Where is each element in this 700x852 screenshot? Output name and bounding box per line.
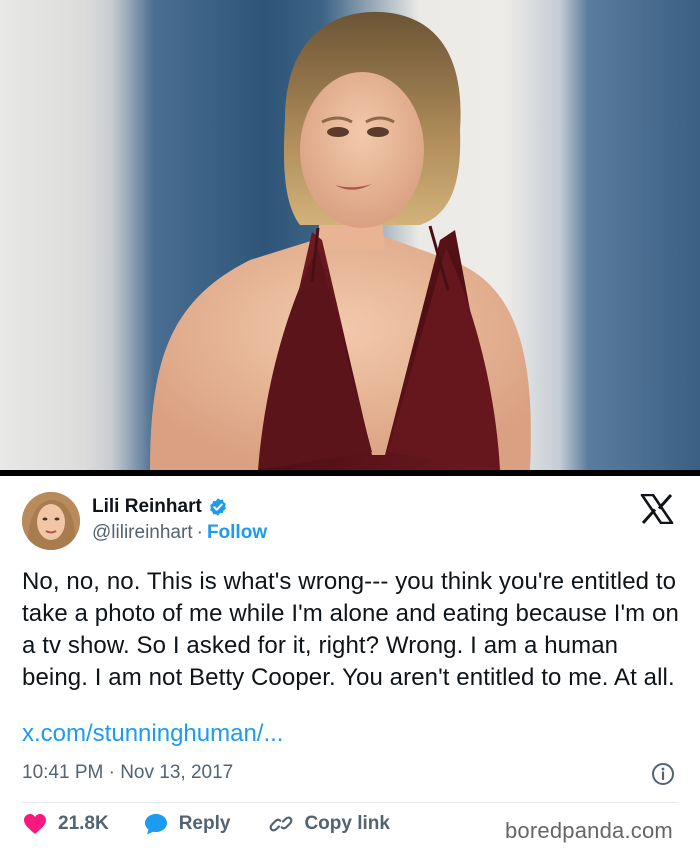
- divider: [22, 802, 678, 803]
- like-button[interactable]: 21.8K: [22, 812, 109, 836]
- x-logo-icon[interactable]: [640, 494, 674, 524]
- reply-bubble-icon: [144, 814, 167, 835]
- author-row: Lili Reinhart: [92, 496, 228, 518]
- info-icon[interactable]: [651, 762, 675, 786]
- avatar[interactable]: [22, 492, 80, 550]
- tweet-body: No, no, no. This is what's wrong--- you …: [22, 568, 679, 691]
- link-icon: [270, 816, 293, 832]
- reply-label: Reply: [178, 813, 231, 834]
- handle-row: @lilireinhart · Follow: [92, 522, 267, 544]
- reply-button[interactable]: Reply: [143, 812, 231, 836]
- copy-link-label: Copy link: [304, 813, 390, 834]
- verified-badge-icon: [209, 498, 226, 516]
- handle-separator: ·: [196, 522, 203, 543]
- copy-link-button[interactable]: Copy link: [268, 812, 390, 836]
- watermark: boredpanda.com: [505, 818, 673, 843]
- follow-button[interactable]: Follow: [207, 522, 267, 543]
- photo-illustration: [150, 11, 531, 470]
- tweet-card: Lili Reinhart @lilireinhart · Follow No, n…: [0, 476, 700, 852]
- tweet-timestamp[interactable]: 10:41 PM · Nov 13, 2017: [22, 762, 233, 784]
- event-photo: [0, 0, 700, 470]
- action-bar: 21.8K Reply Copy link: [22, 812, 390, 836]
- author-name[interactable]: Lili Reinhart: [92, 496, 202, 518]
- tweet-link[interactable]: x.com/stunninghuman/...: [22, 720, 283, 748]
- avatar-image: [22, 492, 80, 550]
- author-handle[interactable]: @lilireinhart: [92, 522, 193, 543]
- like-count: 21.8K: [58, 813, 109, 834]
- heart-icon: [24, 814, 46, 834]
